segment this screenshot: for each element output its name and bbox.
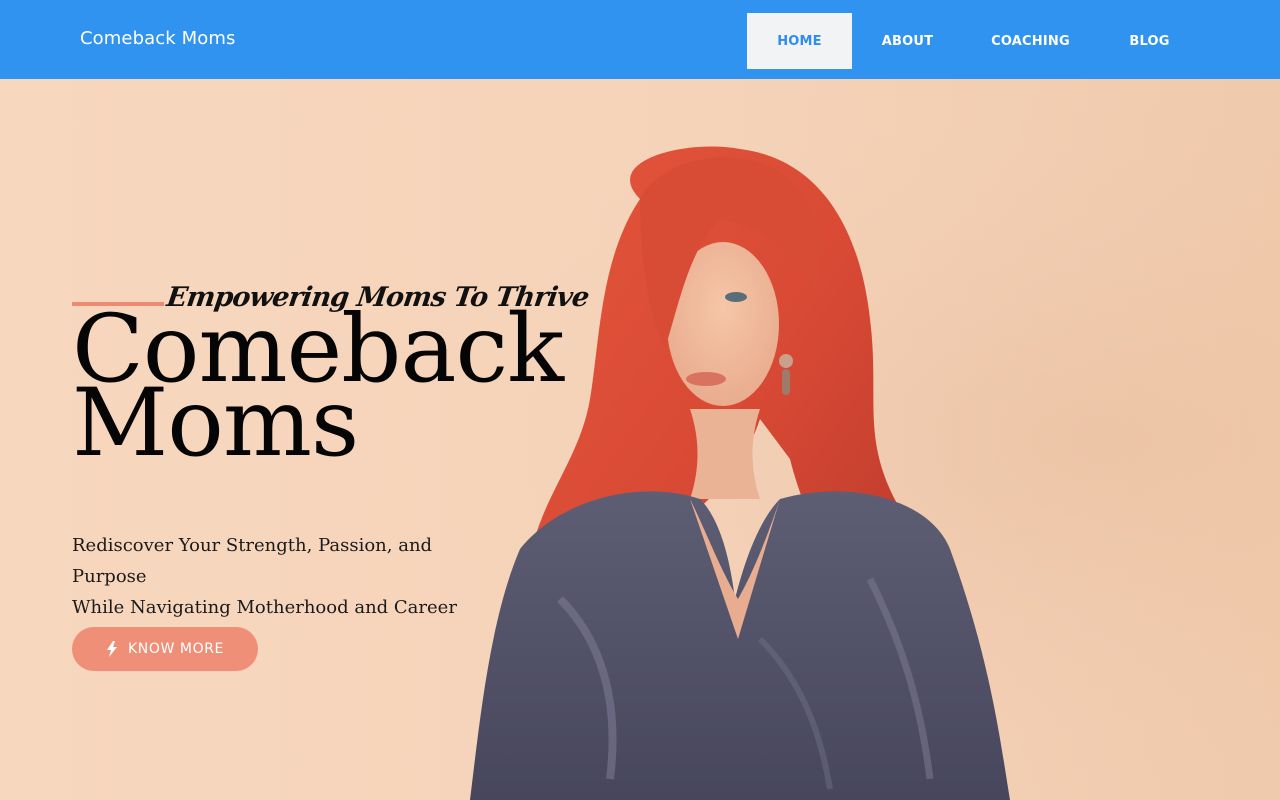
know-more-button[interactable]: KNOW MORE xyxy=(72,627,258,671)
nav-item-home[interactable]: HOME xyxy=(747,13,852,69)
know-more-label: KNOW MORE xyxy=(127,641,225,657)
navbar: Comeback Moms HOME ABOUT COACHING BLOG xyxy=(0,0,1280,79)
hero-content: Empowering Moms To Thrive Comeback Moms … xyxy=(72,79,632,800)
nav-item-coaching[interactable]: COACHING xyxy=(963,13,1098,69)
hero-subtitle: Rediscover Your Strength, Passion, and P… xyxy=(72,530,512,623)
hero-title: Comeback Moms xyxy=(72,303,632,471)
nav-item-about[interactable]: ABOUT xyxy=(852,13,963,69)
hero-subtitle-line1: Rediscover Your Strength, Passion, and P… xyxy=(72,535,433,587)
hero-subtitle-line2: While Navigating Motherhood and Career xyxy=(72,597,457,618)
nav-item-blog[interactable]: BLOG xyxy=(1098,13,1201,69)
bolt-icon xyxy=(106,641,118,657)
hero-title-line2: Moms xyxy=(72,369,359,478)
brand-logo[interactable]: Comeback Moms xyxy=(80,28,235,49)
nav-menu: HOME ABOUT COACHING BLOG xyxy=(747,13,1201,69)
